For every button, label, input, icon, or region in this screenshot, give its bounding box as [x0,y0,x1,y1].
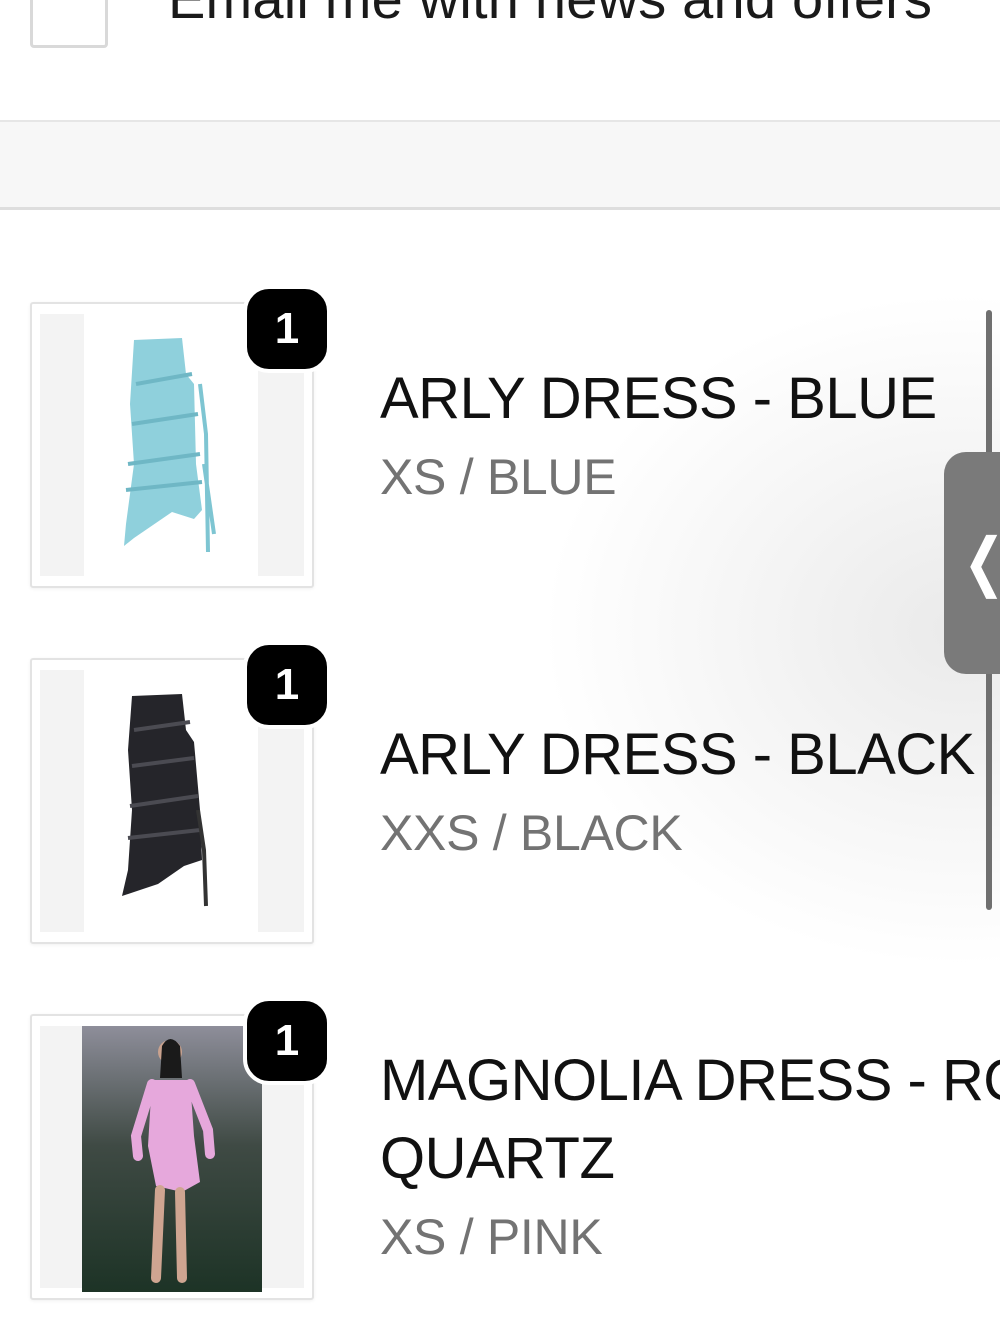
quantity-badge: 1 [243,641,331,729]
newsletter-label[interactable]: Email me with news and offers [168,0,932,31]
item-title: ARLY DRESS - BLACK [380,716,975,794]
checkout-page: Email me with news and offers 1 ARLY DRE… [0,0,1000,1333]
model-pink-dress-image [82,1026,262,1292]
newsletter-row: Email me with news and offers [0,0,1000,120]
light-blue-dress-image [124,338,216,553]
item-title: ARLY DRESS - BLUE [380,360,937,438]
order-summary-list: 1 ARLY DRESS - BLUE XS / BLUE 1 ARLY DRE… [0,210,1000,1333]
item-title-line1: ARLY DRESS - BLACK [380,722,975,787]
item-title-line1: MAGNOLIA DRESS - ROSE [380,1048,1000,1113]
quantity-badge: 1 [243,285,331,373]
item-title: MAGNOLIA DRESS - ROSE QUARTZ [380,1042,1000,1198]
collapse-handle[interactable]: ❬ [944,452,1000,674]
item-variant: XXS / BLACK [380,805,683,861]
quantity-badge: 1 [243,997,331,1085]
black-dress-image [122,694,208,907]
item-title-line2: QUARTZ [380,1126,615,1191]
item-variant: XS / BLUE [380,449,617,505]
newsletter-checkbox[interactable] [30,0,108,48]
chevron-left-icon: ❬ [958,532,1000,594]
item-title-line1: ARLY DRESS - BLUE [380,366,937,431]
item-variant: XS / PINK [380,1209,603,1265]
order-summary-toggle-band[interactable] [0,120,1000,210]
